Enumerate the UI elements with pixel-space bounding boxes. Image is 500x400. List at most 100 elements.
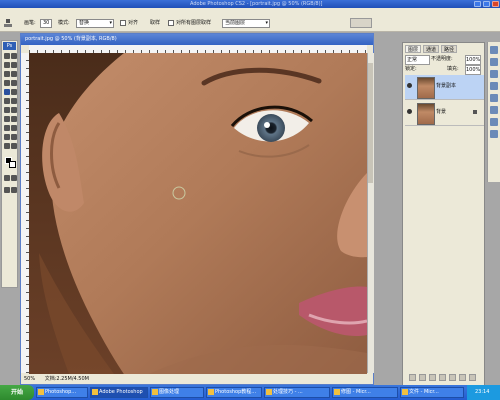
blur-tool-icon[interactable] — [4, 107, 10, 113]
taskbar-item[interactable]: 处理技巧 - ... — [264, 387, 330, 398]
hand-tool-icon[interactable] — [4, 143, 10, 149]
background-color-swatch[interactable] — [9, 161, 16, 168]
magic-wand-tool-icon[interactable] — [11, 62, 17, 68]
maximize-button[interactable] — [483, 1, 490, 7]
taskbar-item[interactable]: Adobe Photoshop — [90, 387, 148, 398]
workspace-button[interactable] — [350, 18, 372, 28]
gradient-tool-icon[interactable] — [11, 98, 17, 104]
eye-icon[interactable] — [407, 83, 412, 88]
fill-field[interactable]: 100% — [465, 65, 482, 75]
link-layers-icon[interactable] — [409, 374, 416, 381]
tab-channels[interactable]: 通道 — [423, 45, 440, 53]
blend-mode-select[interactable]: 正常 — [405, 55, 430, 65]
menu-bar[interactable] — [0, 8, 500, 15]
new-group-icon[interactable] — [449, 374, 456, 381]
start-button[interactable]: 开始 — [0, 385, 34, 400]
brush-size-picker[interactable]: 30 — [40, 19, 52, 28]
taskbar-item[interactable]: 图像处理 — [150, 387, 204, 398]
dodge-tool-icon[interactable] — [11, 107, 17, 113]
new-layer-icon[interactable] — [459, 374, 466, 381]
system-tray: 23:14 — [467, 385, 500, 400]
eraser-tool-icon[interactable] — [4, 98, 10, 104]
slice-tool-icon[interactable] — [11, 71, 17, 77]
app-icon — [334, 389, 340, 395]
swatches-icon[interactable] — [490, 94, 498, 102]
actions-icon[interactable] — [490, 70, 498, 78]
type-tool-icon[interactable] — [11, 116, 17, 122]
zoom-level[interactable]: 50% — [24, 376, 35, 382]
layer-row[interactable]: 背景 — [405, 101, 484, 126]
status-bar: 50% 文档:2.25M/4.50M — [21, 374, 373, 384]
quick-mask-icon[interactable] — [4, 175, 10, 181]
screen-mode-icon[interactable] — [4, 187, 10, 193]
options-bar: 画笔: 30 模式: 替换 ▾ 对齐 取样 对所有图层取样 当前图层 ▾ — [0, 15, 500, 32]
taskbar-item[interactable]: 文件 - Micr... — [400, 387, 464, 398]
mode-select[interactable]: 替换 ▾ — [76, 19, 114, 28]
trash-icon[interactable] — [469, 374, 476, 381]
layer-row[interactable]: 背景副本 — [405, 75, 484, 100]
eyedropper-tool-icon[interactable] — [11, 134, 17, 140]
layer-mask-icon[interactable] — [429, 374, 436, 381]
pen-tool-icon[interactable] — [4, 125, 10, 131]
standard-mode-icon[interactable] — [11, 175, 17, 181]
taskbar-item[interactable]: Photoshop... — [36, 387, 88, 398]
brushes-icon[interactable] — [490, 118, 498, 126]
minimize-button[interactable] — [474, 1, 481, 7]
brush-label: 画笔: — [24, 20, 36, 26]
title-bar: Adobe Photoshop CS2 - [portrait.jpg @ 50… — [0, 0, 500, 8]
clock[interactable]: 23:14 — [475, 385, 489, 400]
portrait-photo — [29, 53, 367, 374]
marquee-tool-icon[interactable] — [11, 53, 17, 59]
opacity-label: 不透明度: — [431, 56, 453, 62]
taskbar: 开始 Photoshop... Adobe Photoshop 图像处理 Pho… — [0, 385, 500, 400]
crop-tool-icon[interactable] — [4, 71, 10, 77]
chevron-down-icon: ▾ — [109, 20, 112, 26]
zoom-tool-icon[interactable] — [11, 143, 17, 149]
taskbar-item[interactable]: 修图 - Micr... — [332, 387, 398, 398]
app-icon — [152, 389, 158, 395]
layer-thumbnail — [417, 77, 435, 99]
scroll-thumb[interactable] — [368, 63, 373, 183]
opacity-field[interactable]: 100% — [465, 55, 482, 65]
navigator-icon[interactable] — [490, 46, 498, 54]
fill-label: 填充: — [447, 66, 459, 72]
close-button[interactable] — [492, 1, 499, 7]
layer-name: 背景 — [436, 109, 447, 115]
lock-label: 锁定: — [405, 66, 417, 72]
notes-tool-icon[interactable] — [4, 134, 10, 140]
source-select[interactable]: 当前图层 ▾ — [222, 19, 270, 28]
brush-tool-icon[interactable] — [11, 80, 17, 86]
history-brush-tool-icon[interactable] — [11, 89, 17, 95]
info-icon[interactable] — [490, 130, 498, 138]
document-title[interactable]: portrait.jpg @ 50% (背景副本, RGB/8) — [21, 34, 373, 45]
healing-brush-tool-icon[interactable] — [4, 80, 10, 86]
vertical-scrollbar[interactable] — [367, 53, 374, 373]
layer-name: 背景副本 — [436, 83, 457, 89]
adjustment-layer-icon[interactable] — [439, 374, 446, 381]
all-layers-label: 对所有图层取样 — [176, 20, 212, 26]
jump-to-imageready-icon[interactable] — [11, 187, 17, 193]
styles-icon[interactable] — [490, 106, 498, 114]
taskbar-item[interactable]: Photoshop教程... — [206, 387, 262, 398]
panel-dock — [487, 42, 500, 182]
lasso-tool-icon[interactable] — [4, 62, 10, 68]
move-tool-icon[interactable] — [4, 53, 10, 59]
color-icon[interactable] — [490, 82, 498, 90]
mode-label: 模式: — [58, 20, 70, 26]
document-size: 文档:2.25M/4.50M — [44, 376, 89, 382]
history-icon[interactable] — [490, 58, 498, 66]
aligned-checkbox[interactable] — [120, 20, 126, 26]
clone-stamp-tool-icon[interactable] — [3, 18, 13, 28]
app-icon — [208, 389, 214, 395]
aligned-label: 对齐 — [128, 20, 139, 26]
shape-tool-icon[interactable] — [11, 125, 17, 131]
image-canvas[interactable] — [29, 53, 367, 374]
sample-all-layers-checkbox[interactable] — [168, 20, 174, 26]
path-selection-tool-icon[interactable] — [4, 116, 10, 122]
tab-paths[interactable]: 路径 — [441, 45, 458, 53]
eye-icon[interactable] — [407, 109, 412, 114]
clone-stamp-tool-icon[interactable] — [4, 89, 10, 95]
tab-layers[interactable]: 图层 — [405, 45, 422, 53]
toolbox: Ps — [1, 40, 18, 288]
layer-style-icon[interactable] — [419, 374, 426, 381]
